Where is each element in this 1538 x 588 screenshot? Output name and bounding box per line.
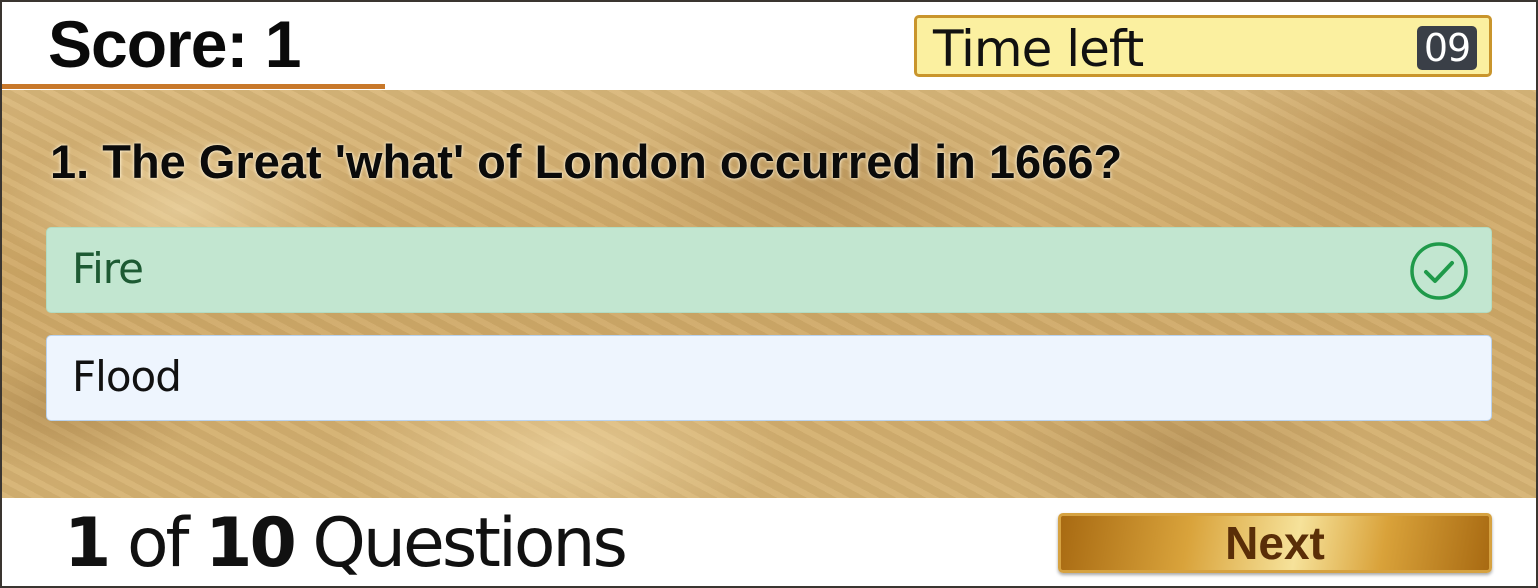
timer-box: Time left 09 bbox=[914, 15, 1492, 78]
progress-total: 10 bbox=[205, 504, 297, 583]
question-text: 1. The Great 'what' of London occurred i… bbox=[50, 135, 1123, 188]
progress-current: 1 bbox=[64, 504, 111, 583]
progress-questions: Questions bbox=[312, 504, 628, 583]
check-circle-icon bbox=[1410, 242, 1468, 300]
progress-of: of bbox=[126, 504, 190, 583]
answer-label: Flood bbox=[72, 352, 182, 401]
answer-label: Fire bbox=[72, 244, 144, 293]
answer-option-fire[interactable]: Fire bbox=[46, 227, 1492, 313]
next-button[interactable]: Next bbox=[1058, 513, 1492, 573]
quiz-frame: Score: 1 Time left 09 1. The Great 'what… bbox=[2, 2, 1536, 586]
answer-option-flood[interactable]: Flood bbox=[46, 335, 1492, 421]
score-display: Score: 1 bbox=[48, 7, 301, 81]
score-underline bbox=[2, 84, 385, 89]
timer-count: 09 bbox=[1417, 26, 1477, 70]
quiz-header: Score: 1 Time left 09 bbox=[2, 2, 1536, 90]
question-area: 1. The Great 'what' of London occurred i… bbox=[2, 90, 1536, 498]
question-progress: 1 of 10 Questions bbox=[64, 504, 628, 583]
timer-label: Time left bbox=[933, 20, 1144, 78]
quiz-footer: 1 of 10 Questions Next bbox=[2, 498, 1536, 586]
